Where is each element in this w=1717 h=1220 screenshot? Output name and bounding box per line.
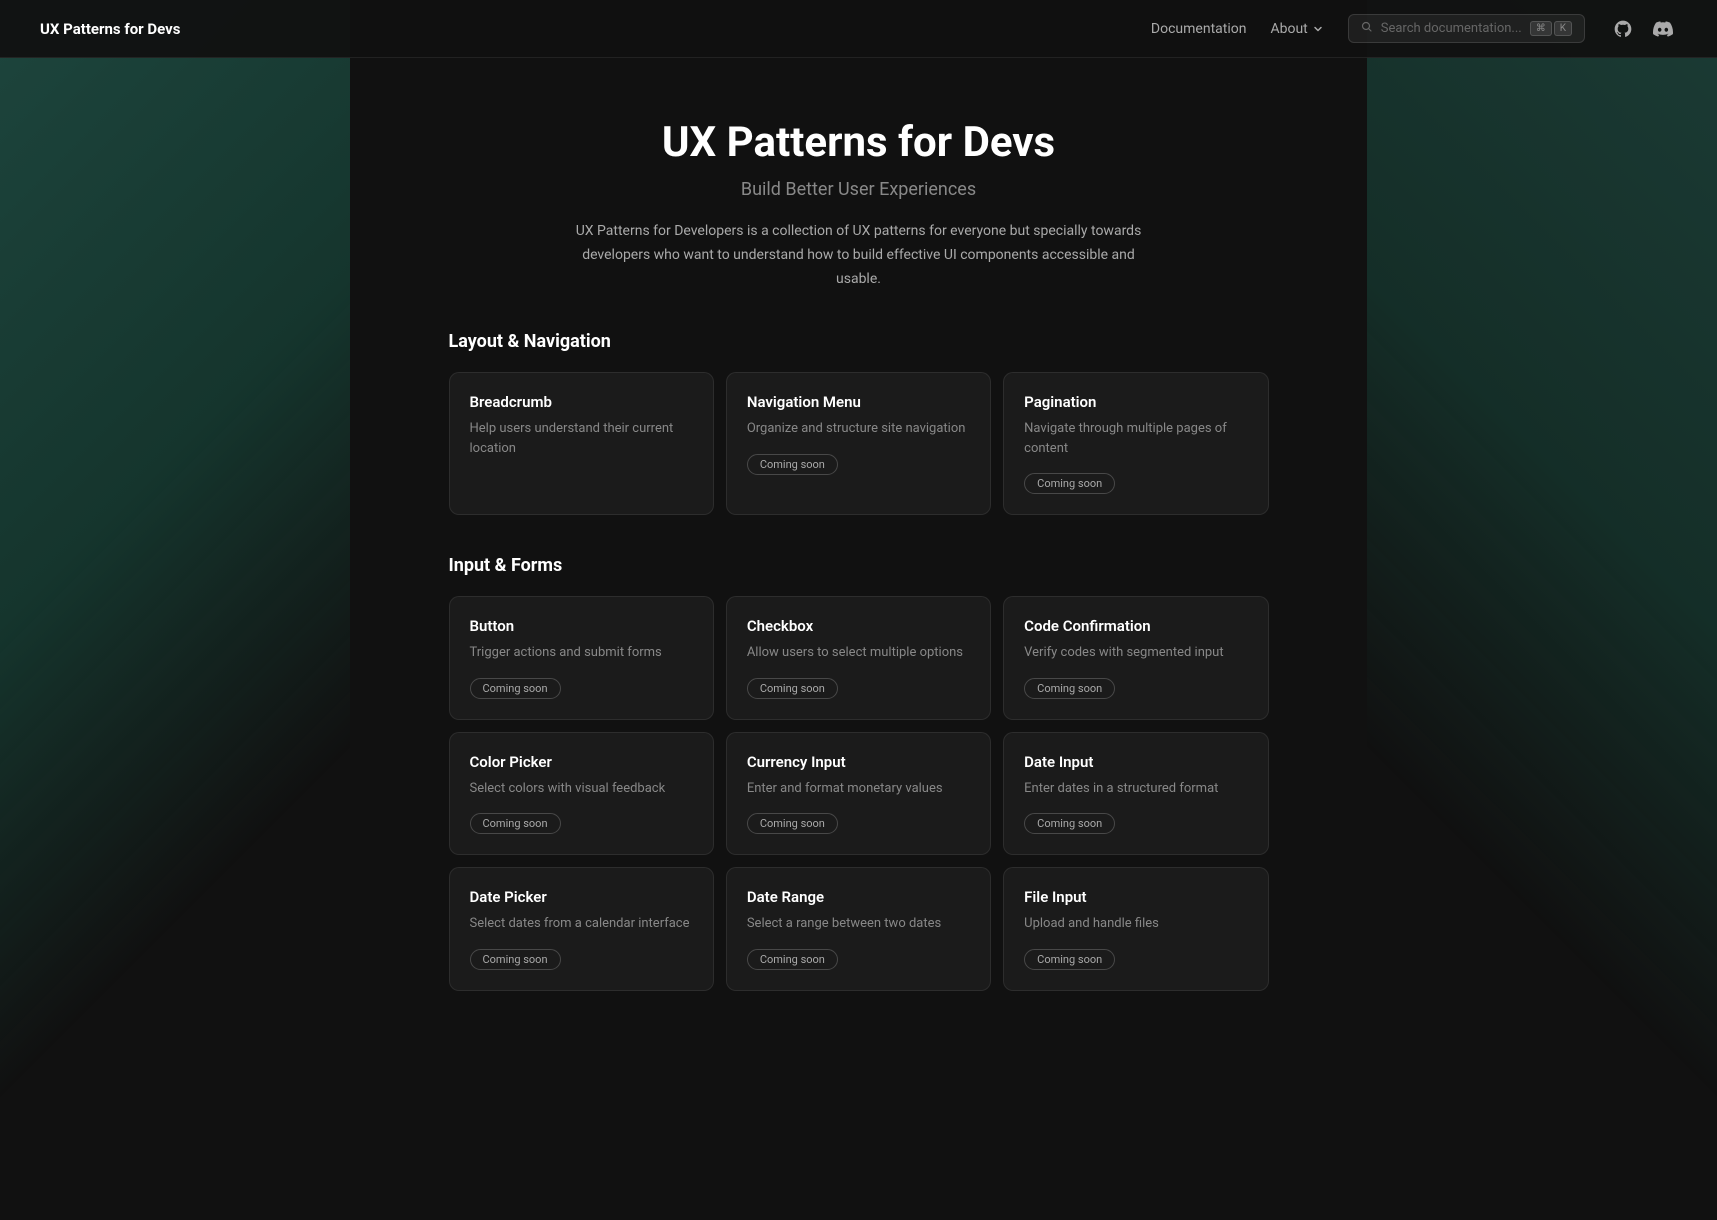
card-title-date-picker: Date Picker	[470, 888, 693, 906]
card-color-picker[interactable]: Color Picker Select colors with visual fe…	[449, 732, 714, 856]
nav-right: Documentation About Search documentati	[1151, 14, 1677, 43]
coming-soon-badge-date-input: Coming soon	[1024, 813, 1115, 834]
card-title-navigation-menu: Navigation Menu	[747, 393, 970, 411]
card-checkbox[interactable]: Checkbox Allow users to select multiple o…	[726, 596, 991, 720]
section-input-forms: Input & Forms Button Trigger actions and s…	[449, 555, 1269, 991]
card-pagination[interactable]: Pagination Navigate through multiple page…	[1003, 372, 1268, 515]
card-title-date-input: Date Input	[1024, 753, 1247, 771]
discord-link[interactable]	[1649, 15, 1677, 43]
about-label: About	[1270, 21, 1307, 37]
coming-soon-badge-color-picker: Coming soon	[470, 813, 561, 834]
card-code-confirmation[interactable]: Code Confirmation Verify codes with segme…	[1003, 596, 1268, 720]
card-description-code-confirmation: Verify codes with segmented input	[1024, 643, 1247, 663]
kbd-k: K	[1554, 21, 1572, 36]
hero: UX Patterns for Devs Build Better User E…	[0, 58, 1717, 331]
section-title-input-forms: Input & Forms	[449, 555, 1269, 576]
card-description-date-range: Select a range between two dates	[747, 914, 970, 934]
card-title-button: Button	[470, 617, 693, 635]
card-button[interactable]: Button Trigger actions and submit forms Co…	[449, 596, 714, 720]
coming-soon-badge-checkbox: Coming soon	[747, 678, 838, 699]
card-file-input[interactable]: File Input Upload and handle files Coming …	[1003, 867, 1268, 991]
coming-soon-badge-date-picker: Coming soon	[470, 949, 561, 970]
card-description-button: Trigger actions and submit forms	[470, 643, 693, 663]
coming-soon-badge-navigation-menu: Coming soon	[747, 454, 838, 475]
github-link[interactable]	[1609, 15, 1637, 43]
card-description-currency-input: Enter and format monetary values	[747, 779, 970, 799]
section-title-layout-navigation: Layout & Navigation	[449, 331, 1269, 352]
navbar: UX Patterns for Devs Documentation About	[0, 0, 1717, 58]
main-content: UX Patterns for Devs Documentation About	[0, 0, 1717, 1091]
section-layout-navigation: Layout & Navigation Breadcrumb Help users …	[449, 331, 1269, 515]
card-title-file-input: File Input	[1024, 888, 1247, 906]
content-area: Layout & Navigation Breadcrumb Help users …	[409, 331, 1309, 1091]
coming-soon-badge-date-range: Coming soon	[747, 949, 838, 970]
card-breadcrumb[interactable]: Breadcrumb Help users understand their cu…	[449, 372, 714, 515]
hero-description: UX Patterns for Developers is a collecti…	[559, 220, 1159, 291]
card-date-picker[interactable]: Date Picker Select dates from a calendar …	[449, 867, 714, 991]
kbd-cmd: ⌘	[1530, 21, 1552, 36]
coming-soon-badge-pagination: Coming soon	[1024, 473, 1115, 494]
hero-subtitle: Build Better User Experiences	[40, 179, 1677, 200]
search-kbd: ⌘ K	[1530, 21, 1572, 36]
card-description-date-input: Enter dates in a structured format	[1024, 779, 1247, 799]
card-description-pagination: Navigate through multiple pages of conte…	[1024, 419, 1247, 458]
search-placeholder: Search documentation...	[1381, 21, 1522, 36]
coming-soon-badge-file-input: Coming soon	[1024, 949, 1115, 970]
card-title-code-confirmation: Code Confirmation	[1024, 617, 1247, 635]
card-title-checkbox: Checkbox	[747, 617, 970, 635]
card-title-date-range: Date Range	[747, 888, 970, 906]
card-description-checkbox: Allow users to select multiple options	[747, 643, 970, 663]
card-title-currency-input: Currency Input	[747, 753, 970, 771]
card-title-pagination: Pagination	[1024, 393, 1247, 411]
card-description-file-input: Upload and handle files	[1024, 914, 1247, 934]
card-title-color-picker: Color Picker	[470, 753, 693, 771]
search-box[interactable]: Search documentation... ⌘ K	[1348, 14, 1585, 43]
chevron-down-icon	[1312, 23, 1324, 35]
card-date-range[interactable]: Date Range Select a range between two dat…	[726, 867, 991, 991]
search-icon	[1361, 21, 1373, 36]
card-description-navigation-menu: Organize and structure site navigation	[747, 419, 970, 439]
card-description-date-picker: Select dates from a calendar interface	[470, 914, 693, 934]
documentation-link[interactable]: Documentation	[1151, 21, 1247, 37]
nav-brand: UX Patterns for Devs	[40, 20, 180, 38]
coming-soon-badge-code-confirmation: Coming soon	[1024, 678, 1115, 699]
cards-grid-input-forms: Button Trigger actions and submit forms Co…	[449, 596, 1269, 991]
coming-soon-badge-currency-input: Coming soon	[747, 813, 838, 834]
card-description-breadcrumb: Help users understand their current loca…	[470, 419, 693, 458]
card-description-color-picker: Select colors with visual feedback	[470, 779, 693, 799]
card-currency-input[interactable]: Currency Input Enter and format monetary …	[726, 732, 991, 856]
app-wrapper: UX Patterns for Devs Documentation About	[0, 0, 1717, 1220]
card-date-input[interactable]: Date Input Enter dates in a structured fo…	[1003, 732, 1268, 856]
card-title-breadcrumb: Breadcrumb	[470, 393, 693, 411]
sections-container: Layout & Navigation Breadcrumb Help users …	[449, 331, 1269, 991]
hero-title: UX Patterns for Devs	[40, 118, 1677, 167]
about-dropdown[interactable]: About	[1270, 21, 1323, 37]
cards-grid-layout-navigation: Breadcrumb Help users understand their cu…	[449, 372, 1269, 515]
nav-icons	[1609, 15, 1677, 43]
card-navigation-menu[interactable]: Navigation Menu Organize and structure si…	[726, 372, 991, 515]
coming-soon-badge-button: Coming soon	[470, 678, 561, 699]
